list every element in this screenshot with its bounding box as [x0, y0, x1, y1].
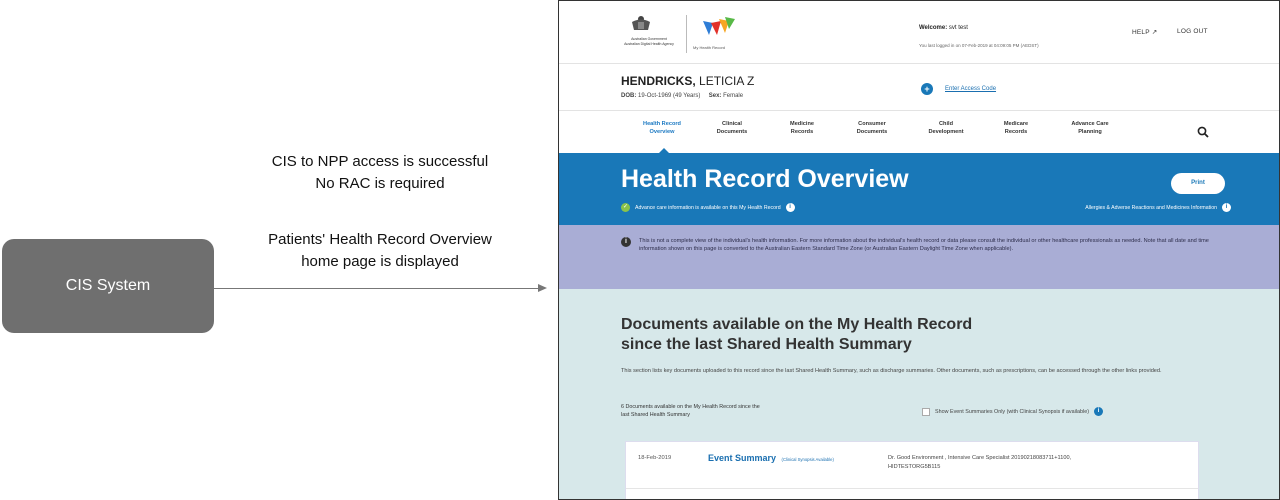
documents-description: This section lists key documents uploade…: [621, 368, 1162, 374]
patient-given-name: LETICIA Z: [699, 74, 755, 88]
health-record-screenshot: Australian Government Australian Digital…: [558, 0, 1280, 500]
tab-label-l1: Health Record: [643, 121, 681, 127]
access-note: CIS to NPP access is successful No RAC i…: [230, 151, 530, 195]
welcome-text: Welcome: svt test: [919, 25, 968, 31]
tab-clinical-documents[interactable]: Clinical Documents: [703, 120, 761, 136]
last-login-text: You last logged in on 07-Feb-2019 at 04:…: [919, 43, 1039, 48]
advance-care-text: Advance care information is available on…: [635, 204, 781, 211]
disclaimer-text: This is not a complete view of the indiv…: [639, 238, 1209, 252]
plus-circle-icon[interactable]: +: [921, 83, 933, 95]
tab-label-l1: Advance Care: [1071, 121, 1109, 127]
cis-system-box: CIS System: [2, 239, 214, 333]
info-icon[interactable]: i: [785, 203, 795, 212]
info-icon: i: [621, 237, 631, 247]
sex-value: Female: [723, 93, 744, 99]
access-note-line1: CIS to NPP access is successful: [271, 153, 489, 170]
event-summaries-filter: Show Event Summaries Only (with Clinical…: [922, 407, 1103, 416]
tab-advance-care-planning[interactable]: Advance Care Planning: [1061, 120, 1119, 136]
help-label: HELP: [1132, 29, 1150, 36]
event-summaries-label: Show Event Summaries Only (with Clinical…: [935, 408, 1089, 415]
page-title: Health Record Overview: [621, 165, 909, 193]
disclaimer-notice: i This is not a complete view of the ind…: [559, 225, 1279, 289]
tab-label-l2: Development: [928, 129, 964, 135]
documents-count: 6 Documents available on the My Health R…: [621, 403, 861, 419]
dob-value: 19-Oct-1969 (49 Years): [638, 93, 701, 99]
tab-label-l2: Overview: [649, 129, 675, 135]
logo-divider: [686, 15, 687, 53]
cis-system-label: CIS System: [65, 277, 151, 294]
tab-label-l1: Consumer: [858, 121, 886, 127]
documents-heading-line1: Documents available on the My Health Rec…: [621, 316, 973, 333]
print-button[interactable]: Print: [1171, 173, 1225, 194]
mhr-label: My Health Record: [693, 45, 726, 50]
help-link[interactable]: HELP ↗: [1132, 28, 1157, 36]
tab-consumer-documents[interactable]: Consumer Documents: [843, 120, 901, 136]
patient-details: DOB: 19-Oct-1969 (49 Years) Sex: Female: [621, 93, 743, 99]
flow-arrow-line: [214, 288, 540, 289]
documents-heading-line2: since the last Shared Health Summary: [621, 336, 912, 353]
check-circle-icon: ✓: [621, 203, 630, 212]
row-divider: [626, 488, 1198, 489]
info-icon[interactable]: i: [1094, 407, 1103, 416]
dob-label: DOB:: [621, 93, 637, 99]
tab-label-l2: Records: [790, 129, 814, 135]
allergies-text: Allergies & Adverse Reactions and Medici…: [1085, 204, 1217, 211]
tab-label-l2: Documents: [856, 129, 888, 135]
tab-label-l2: Documents: [716, 129, 748, 135]
tab-label-l1: Child: [939, 121, 953, 127]
enter-access-code-link[interactable]: Enter Access Code: [945, 86, 996, 92]
display-note-line1: Patients' Health Record Overview: [268, 231, 492, 248]
document-author: Dr. Good Environment , Intensive Care Sp…: [888, 454, 1188, 472]
search-icon[interactable]: [1197, 125, 1209, 138]
tab-medicare-records[interactable]: Medicare Records: [987, 120, 1045, 136]
event-summaries-checkbox[interactable]: [922, 407, 930, 416]
external-link-icon: ↗: [1151, 29, 1158, 36]
my-health-record-logo-icon: [699, 15, 739, 39]
document-title: Event Summary: [708, 453, 777, 463]
patient-bar: HENDRICKS, LETICIA Z DOB: 19-Oct-1969 (4…: [559, 64, 1279, 111]
advance-care-info: ✓ Advance care information is available …: [621, 203, 795, 212]
patient-surname: HENDRICKS,: [621, 74, 696, 88]
welcome-user: svt test: [948, 25, 968, 31]
coat-of-arms-icon: [621, 14, 661, 30]
document-row: 18-Feb-2019 Event Summary (Clinical Syno…: [625, 441, 1199, 499]
document-date: 18-Feb-2019: [638, 455, 672, 461]
top-header: Australian Government Australian Digital…: [559, 1, 1279, 64]
tab-health-record-overview[interactable]: Health Record Overview: [633, 120, 691, 136]
info-icon[interactable]: i: [1222, 203, 1231, 212]
welcome-label: Welcome:: [919, 25, 948, 31]
document-title-sub: (Clinical Synopsis Available): [781, 457, 834, 462]
allergies-link[interactable]: Allergies & Adverse Reactions and Medici…: [1085, 203, 1231, 212]
display-note-line2: home page is displayed: [301, 253, 459, 270]
sex-label: Sex:: [708, 93, 722, 99]
document-author-line1: Dr. Good Environment , Intensive Care Sp…: [888, 455, 1072, 461]
main-nav: Health Record Overview Clinical Document…: [559, 111, 1279, 153]
tab-label-l1: Medicare: [1003, 121, 1029, 127]
tab-child-development[interactable]: Child Development: [917, 120, 975, 136]
gov-line2: Australian Digital Health Agency: [624, 42, 674, 46]
tab-label-l2: Records: [1004, 129, 1028, 135]
logout-link[interactable]: LOG OUT: [1177, 28, 1208, 35]
tab-label-l1: Medicine: [790, 121, 814, 127]
gov-label: Australian Government Australian Digital…: [621, 37, 677, 47]
documents-heading: Documents available on the My Health Rec…: [621, 315, 1001, 355]
display-note: Patients' Health Record Overview home pa…: [230, 229, 530, 273]
tab-label-l2: Planning: [1078, 129, 1102, 135]
document-title-link[interactable]: Event Summary (Clinical Synopsis Availab…: [708, 453, 834, 463]
documents-count-line2: last Shared Health Summary: [621, 412, 690, 418]
documents-count-line1: 6 Documents available on the My Health R…: [621, 404, 760, 410]
patient-name: HENDRICKS, LETICIA Z: [621, 74, 754, 88]
tab-label-l1: Clinical: [722, 121, 742, 127]
document-author-line2: HIDTESTORG5B115: [888, 464, 941, 470]
documents-section: Documents available on the My Health Rec…: [559, 289, 1279, 499]
overview-banner: Health Record Overview Print ✓ Advance c…: [559, 153, 1279, 225]
flow-arrow-head: [538, 284, 547, 292]
access-note-line2: No RAC is required: [315, 175, 445, 192]
tab-medicine-records[interactable]: Medicine Records: [773, 120, 831, 136]
